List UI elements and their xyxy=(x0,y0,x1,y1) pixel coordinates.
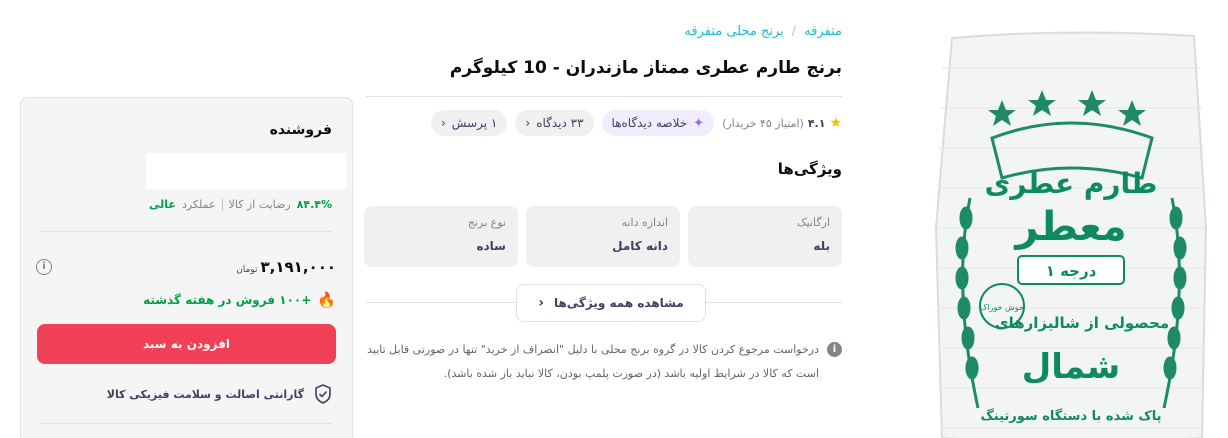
divider xyxy=(366,96,842,97)
breadcrumb-item-local-rice[interactable]: برنج محلی متفرقه xyxy=(684,24,783,39)
seller-satisfaction-percent: ۸۴.۴% xyxy=(296,198,332,211)
rating-count: (امتیاز ۴۵ خریدار) xyxy=(722,116,804,130)
package-origin: محصولی از شالیزارهای xyxy=(995,314,1169,332)
feature-card: اندازه دانه دانه کامل xyxy=(526,206,680,267)
rating-score: ۴.۱ xyxy=(807,116,826,130)
feature-value: بله xyxy=(813,239,830,253)
seller-title: فروشنده xyxy=(269,122,332,138)
chevron-left-icon: ‹ xyxy=(440,116,446,130)
questions-label: ۱ پرسش xyxy=(451,116,498,130)
sparkle-icon: ✦ xyxy=(693,115,705,131)
buy-box: فروشنده ۸۴.۴% رضایت از کالا عملکرد عالی … xyxy=(20,97,353,438)
shield-check-icon xyxy=(315,384,331,404)
product-info: متفرقه / برنج محلی متفرقه برنج طارم عطری… xyxy=(364,0,842,438)
guarantee: گارانتی اصالت و سلامت فیزیکی کالا xyxy=(107,384,332,404)
divider xyxy=(39,231,332,232)
return-policy-notice: i درخواست مرجوع کردن کالا در گروه برنج م… xyxy=(366,338,842,386)
add-to-cart-label: افزودن به سبد xyxy=(142,337,231,351)
feature-key: نوع برنج xyxy=(467,216,506,229)
package-ribbon: خوش خوراک xyxy=(980,303,1024,312)
product-image-area[interactable]: طارم عطری معطر درجه ۱ خوش خوراک محصولی ا… xyxy=(918,0,1228,438)
weekly-sales: 🔥 +۱۰۰ فروش در هفته گذشته xyxy=(143,291,336,309)
product-meta-row: ★ ۴.۱ (امتیاز ۴۵ خریدار) ✦ خلاصه دیدگاه‌… xyxy=(430,110,842,136)
see-all-features-button[interactable]: مشاهده همه ویژگی‌ها ‹ xyxy=(516,284,706,322)
rating: ★ ۴.۱ (امتیاز ۴۵ خریدار) xyxy=(722,116,842,130)
breadcrumb-item-misc[interactable]: متفرقه xyxy=(804,24,842,39)
feature-card: نوع برنج ساده xyxy=(364,206,518,267)
breadcrumb-separator: / xyxy=(791,24,797,39)
return-policy-text: درخواست مرجوع کردن کالا در گروه برنج محل… xyxy=(367,343,819,380)
feature-cards: ارگانیک بله اندازه دانه دانه کامل نوع بر… xyxy=(364,206,842,267)
seller-stats: ۸۴.۴% رضایت از کالا عملکرد عالی xyxy=(149,198,332,211)
price-info-icon[interactable]: i xyxy=(36,259,52,275)
weekly-sales-text: +۱۰۰ فروش در هفته گذشته xyxy=(143,293,312,307)
reviews-summary-label: خلاصه دیدگاه‌ها xyxy=(611,116,688,130)
comments-label: ۳۳ دیدگاه xyxy=(536,116,584,130)
package-brand-line2: معطر xyxy=(1013,204,1126,250)
feature-key: ارگانیک xyxy=(796,216,830,229)
product-title: برنج طارم عطری ممتاز مازندران - 10 کیلوگ… xyxy=(449,58,842,78)
stats-separator xyxy=(221,198,223,211)
feature-value: ساده xyxy=(476,239,506,253)
info-icon: i xyxy=(827,342,842,357)
seller-performance-label: عملکرد xyxy=(181,198,216,211)
star-icon: ★ xyxy=(829,115,842,131)
fire-icon: 🔥 xyxy=(317,291,336,309)
add-to-cart-button[interactable]: افزودن به سبد xyxy=(37,324,336,364)
price-row: ۳,۱۹۱,۰۰۰ تومان i xyxy=(36,258,336,276)
seller-satisfaction-label: رضایت از کالا xyxy=(228,198,291,211)
price-currency: تومان xyxy=(236,265,258,275)
price: ۳,۱۹۱,۰۰۰ تومان xyxy=(236,258,336,276)
questions-chip[interactable]: ۱ پرسش ‹ xyxy=(430,110,508,136)
reviews-summary-chip[interactable]: ✦ خلاصه دیدگاه‌ها xyxy=(601,110,715,136)
comments-chip[interactable]: ۳۳ دیدگاه ‹ xyxy=(515,110,594,136)
features-title: ویژگی‌ها xyxy=(777,160,842,178)
breadcrumb: متفرقه / برنج محلی متفرقه xyxy=(684,24,842,39)
seller-logo[interactable] xyxy=(146,153,346,189)
chevron-left-icon: ‹ xyxy=(538,295,544,311)
package-brand-line1: طارم عطری xyxy=(985,167,1158,200)
feature-card: ارگانیک بله xyxy=(688,206,842,267)
product-image[interactable]: طارم عطری معطر درجه ۱ خوش خوراک محصولی ا… xyxy=(932,28,1210,438)
chevron-left-icon: ‹ xyxy=(525,116,531,130)
feature-key: اندازه دانه xyxy=(621,216,668,229)
feature-value: دانه کامل xyxy=(612,239,668,253)
guarantee-text: گارانتی اصالت و سلامت فیزیکی کالا xyxy=(106,387,304,401)
seller-performance-value: عالی xyxy=(149,198,176,211)
price-amount: ۳,۱۹۱,۰۰۰ xyxy=(260,258,336,276)
divider xyxy=(39,423,332,424)
package-footer: پاک شده با دستگاه سورتینگ xyxy=(980,408,1161,424)
package-grade: درجه ۱ xyxy=(1046,262,1097,280)
see-all-features-label: مشاهده همه ویژگی‌ها xyxy=(553,296,684,310)
package-region: شمال xyxy=(1022,347,1121,387)
